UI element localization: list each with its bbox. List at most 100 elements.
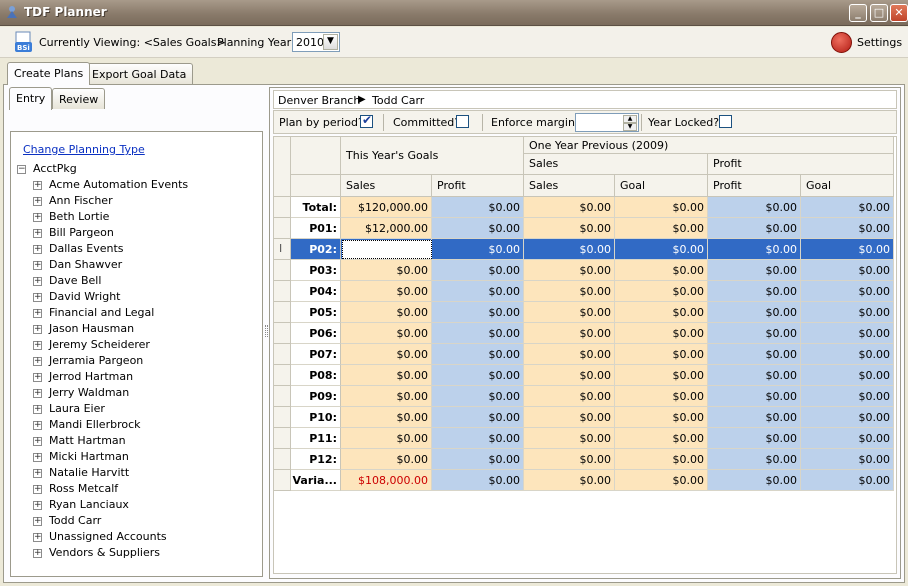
tree-item-label[interactable]: Ryan Lanciaux <box>49 497 129 513</box>
expand-icon[interactable]: + <box>33 405 42 414</box>
row-selector[interactable] <box>274 449 291 470</box>
tree-item-label[interactable]: Financial and Legal <box>49 305 154 321</box>
tree-item-label[interactable]: Jerrod Hartman <box>49 369 133 385</box>
grid-cell[interactable]: $0.00 <box>341 302 432 323</box>
breadcrumb-branch[interactable]: Denver Branch <box>278 94 360 107</box>
tree-item-label[interactable]: Dave Bell <box>49 273 101 289</box>
grid-cell[interactable]: $108,000.00 <box>341 470 432 491</box>
tree-item[interactable]: + Ann Fischer <box>14 193 262 209</box>
expand-icon[interactable]: + <box>33 309 42 318</box>
tree-item[interactable]: + Jerrod Hartman <box>14 369 262 385</box>
sales-edit-input[interactable] <box>342 240 432 259</box>
col-header-profit[interactable]: Profit <box>432 175 524 197</box>
grid-cell[interactable]: $0.00 <box>432 197 524 218</box>
row-selector[interactable] <box>274 470 291 491</box>
col-header-prev-sales-goal[interactable]: Goal <box>615 175 708 197</box>
tree-item-label[interactable]: Todd Carr <box>49 513 101 529</box>
tree-item[interactable]: + Dallas Events <box>14 241 262 257</box>
tree-item[interactable]: + Natalie Harvitt <box>14 465 262 481</box>
row-selector[interactable] <box>274 323 291 344</box>
gear-icon[interactable] <box>831 32 852 53</box>
grid-cell[interactable]: $0.00 <box>341 386 432 407</box>
tree-item-label[interactable]: David Wright <box>49 289 120 305</box>
tree-item[interactable]: + Jerry Waldman <box>14 385 262 401</box>
expand-icon[interactable]: + <box>33 533 42 542</box>
tree-item-label[interactable]: Laura Eier <box>49 401 105 417</box>
tree-item-label[interactable]: Jerramia Pargeon <box>49 353 143 369</box>
row-selector[interactable]: I <box>274 239 291 260</box>
tree-item[interactable]: + Vendors & Suppliers <box>14 545 262 561</box>
committed-checkbox[interactable] <box>456 115 469 128</box>
grid-cell[interactable]: $0.00 <box>341 344 432 365</box>
tree-item-label[interactable]: Unassigned Accounts <box>49 529 167 545</box>
grid-cell[interactable]: $0.00 <box>341 260 432 281</box>
tab-entry[interactable]: Entry <box>9 87 53 110</box>
expand-icon[interactable]: + <box>33 357 42 366</box>
plan-by-period-checkbox[interactable]: ✔ <box>360 113 373 128</box>
tree-item[interactable]: + Mandi Ellerbrock <box>14 417 262 433</box>
grid-cell[interactable]: $0.00 <box>432 407 524 428</box>
row-selector[interactable] <box>274 281 291 302</box>
year-locked-checkbox[interactable] <box>719 115 732 128</box>
tree-item-label[interactable]: Mandi Ellerbrock <box>49 417 141 433</box>
spin-down-icon[interactable]: ▼ <box>623 123 637 131</box>
breadcrumb-person[interactable]: Todd Carr <box>372 94 424 107</box>
tree-item[interactable]: + Todd Carr <box>14 513 262 529</box>
grid-cell[interactable]: $0.00 <box>432 470 524 491</box>
tab-export-goal-data[interactable]: Export Goal Data <box>85 63 194 85</box>
tree-item[interactable]: + Bill Pargeon <box>14 225 262 241</box>
grid-cell[interactable]: $0.00 <box>341 407 432 428</box>
grid-cell[interactable]: $0.00 <box>341 365 432 386</box>
tree-item-label[interactable]: Bill Pargeon <box>49 225 114 241</box>
tree-item[interactable]: + David Wright <box>14 289 262 305</box>
tree-item[interactable]: + Jerramia Pargeon <box>14 353 262 369</box>
tree-item[interactable]: + Laura Eier <box>14 401 262 417</box>
expand-icon[interactable]: + <box>33 245 42 254</box>
tree-item[interactable]: + Beth Lortie <box>14 209 262 225</box>
minimize-button[interactable]: _ <box>849 4 867 22</box>
row-selector[interactable] <box>274 365 291 386</box>
row-selector[interactable] <box>274 407 291 428</box>
tree-item-label[interactable]: Beth Lortie <box>49 209 109 225</box>
tree-item-label[interactable]: Jason Hausman <box>49 321 134 337</box>
tree-item[interactable]: + Dan Shawver <box>14 257 262 273</box>
grid-cell[interactable]: $12,000.00 <box>341 218 432 239</box>
row-selector[interactable] <box>274 386 291 407</box>
tree-item-label[interactable]: Natalie Harvitt <box>49 465 129 481</box>
planning-year-select[interactable]: 2010 ▼ <box>292 32 340 52</box>
tree-item[interactable]: + Jeremy Scheiderer <box>14 337 262 353</box>
tree-root-label[interactable]: AcctPkg <box>33 161 77 177</box>
tab-review[interactable]: Review <box>52 88 106 110</box>
expand-icon[interactable]: + <box>33 181 42 190</box>
expand-icon[interactable]: + <box>33 325 42 334</box>
tree-item[interactable]: + Jason Hausman <box>14 321 262 337</box>
close-button[interactable]: ✕ <box>890 4 908 22</box>
tree-item-label[interactable]: Jeremy Scheiderer <box>49 337 150 353</box>
tree-item-label[interactable]: Vendors & Suppliers <box>49 545 160 561</box>
grid-cell[interactable]: $0.00 <box>432 386 524 407</box>
row-selector[interactable] <box>274 428 291 449</box>
col-header-sales[interactable]: Sales <box>341 175 432 197</box>
expand-icon[interactable]: + <box>33 549 42 558</box>
tree-item-label[interactable]: Dallas Events <box>49 241 124 257</box>
expand-icon[interactable]: + <box>33 453 42 462</box>
expand-icon[interactable]: + <box>33 229 42 238</box>
tree-item-label[interactable]: Dan Shawver <box>49 257 122 273</box>
tree-item[interactable]: + Financial and Legal <box>14 305 262 321</box>
grid-cell[interactable]: $0.00 <box>432 302 524 323</box>
expand-icon[interactable]: + <box>33 389 42 398</box>
expand-icon[interactable]: + <box>33 437 42 446</box>
expand-icon[interactable]: + <box>33 197 42 206</box>
spin-up-icon[interactable]: ▲ <box>623 115 637 123</box>
grid-cell[interactable]: $0.00 <box>432 365 524 386</box>
expand-icon[interactable]: + <box>33 293 42 302</box>
expand-icon[interactable]: + <box>33 517 42 526</box>
grid-cell[interactable]: $0.00 <box>341 323 432 344</box>
tree-item-label[interactable]: Matt Hartman <box>49 433 126 449</box>
grid-cell[interactable]: $0.00 <box>432 239 524 260</box>
expand-icon[interactable]: + <box>33 469 42 478</box>
maximize-button[interactable]: □ <box>870 4 888 22</box>
grid-cell[interactable]: $0.00 <box>432 344 524 365</box>
tree-item[interactable]: + Ryan Lanciaux <box>14 497 262 513</box>
tree-item-label[interactable]: Ross Metcalf <box>49 481 118 497</box>
